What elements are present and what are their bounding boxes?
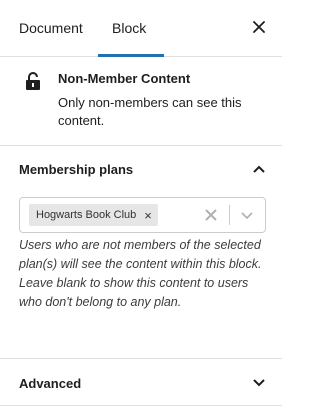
membership-plans-select[interactable]: Hogwarts Book Club × bbox=[19, 197, 266, 233]
panel-title: Advanced bbox=[19, 376, 82, 391]
selected-plan-tag: Hogwarts Book Club × bbox=[29, 204, 158, 226]
membership-plans-panel: Membership plans Hogwarts Book Club × Us… bbox=[0, 146, 282, 359]
lock-icon bbox=[26, 72, 40, 90]
block-title: Non-Member Content bbox=[58, 71, 191, 86]
clear-icon[interactable] bbox=[204, 208, 218, 222]
block-description: Only non-members can see this content. bbox=[58, 95, 242, 128]
tag-label: Hogwarts Book Club bbox=[36, 209, 137, 221]
membership-plans-toggle[interactable]: Membership plans bbox=[0, 146, 282, 193]
chevron-down-icon bbox=[253, 379, 265, 387]
advanced-toggle[interactable]: Advanced bbox=[0, 359, 282, 406]
sidebar-tabs: Document Block bbox=[0, 0, 282, 57]
tab-document[interactable]: Document bbox=[19, 0, 83, 56]
remove-tag-icon[interactable]: × bbox=[144, 209, 152, 222]
close-icon[interactable] bbox=[250, 18, 268, 36]
chevron-up-icon bbox=[253, 165, 265, 173]
panel-title: Membership plans bbox=[19, 162, 134, 177]
select-separator bbox=[229, 205, 230, 225]
help-text: Users who are not members of the selecte… bbox=[19, 238, 262, 309]
block-card: Non-Member Content Only non-members can … bbox=[0, 57, 282, 146]
chevron-down-icon[interactable] bbox=[240, 208, 254, 222]
advanced-panel: Advanced bbox=[0, 359, 282, 406]
tab-block[interactable]: Block bbox=[112, 0, 146, 56]
